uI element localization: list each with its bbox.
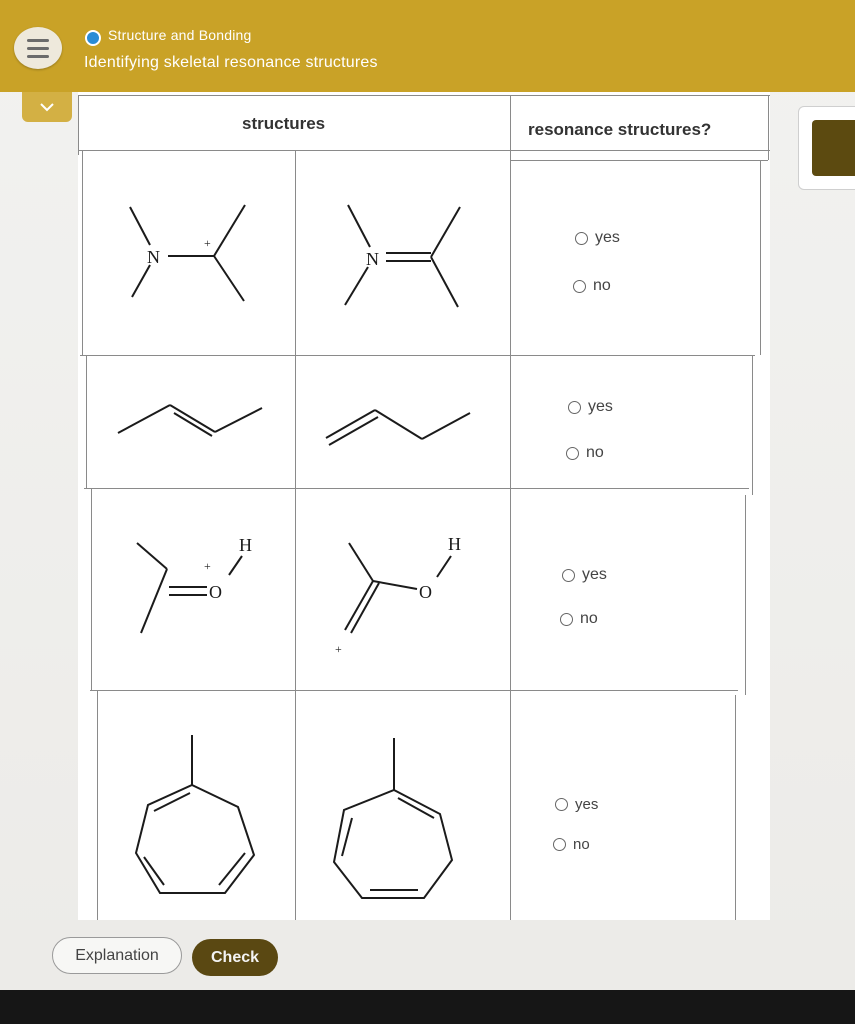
row-divider xyxy=(90,690,738,691)
option-label: no xyxy=(573,836,590,853)
radio-icon[interactable] xyxy=(560,612,573,626)
radio-icon[interactable] xyxy=(553,838,566,851)
radio-row2-yes[interactable]: yes xyxy=(568,398,613,416)
radio-row4-no[interactable]: no xyxy=(553,836,590,853)
radio-row2-no[interactable]: no xyxy=(566,444,604,462)
radio-row3-yes[interactable]: yes xyxy=(562,566,607,584)
molecule-row1-structure1: N + xyxy=(129,204,246,302)
radio-row3-no[interactable]: no xyxy=(560,610,598,628)
column-divider xyxy=(295,150,296,922)
menu-icon-bar xyxy=(27,46,49,50)
side-panel-button[interactable] xyxy=(812,120,855,176)
option-label: yes xyxy=(575,796,599,813)
option-label: no xyxy=(586,444,604,461)
radio-icon[interactable] xyxy=(562,568,575,582)
table-border-right xyxy=(745,495,746,695)
menu-button[interactable] xyxy=(14,27,62,69)
table-border-right xyxy=(768,95,769,160)
header-bottom-right xyxy=(510,160,768,161)
table-border-right xyxy=(752,355,753,495)
atom-label: N xyxy=(147,247,160,267)
molecule-row4-structure1 xyxy=(134,735,256,894)
molecule-row3-structure1: O + H xyxy=(136,535,252,634)
menu-icon-bar xyxy=(27,54,49,58)
chevron-down-icon xyxy=(40,103,54,112)
option-label: no xyxy=(593,277,611,294)
radio-icon[interactable] xyxy=(568,400,581,414)
atom-label: H xyxy=(448,534,461,554)
charge-label: + xyxy=(204,559,211,573)
radio-row1-yes[interactable]: yes xyxy=(575,229,620,247)
page-title: Identifying skeletal resonance structure… xyxy=(84,54,378,71)
column-divider xyxy=(510,95,511,922)
collapse-toggle[interactable] xyxy=(22,92,72,122)
screen-bezel xyxy=(0,990,855,1024)
radio-icon[interactable] xyxy=(573,279,586,293)
structures-column-header: structures xyxy=(242,114,326,133)
atom-label: O xyxy=(419,582,432,602)
table-border-left xyxy=(86,355,87,488)
option-label: yes xyxy=(582,566,607,583)
table-border-left xyxy=(97,690,98,922)
molecule-row3-structure2: O + H xyxy=(335,534,461,656)
option-label: yes xyxy=(588,398,613,415)
resonance-column-header: resonance structures? xyxy=(528,120,712,139)
radio-icon[interactable] xyxy=(555,798,568,811)
table-border-left xyxy=(82,150,83,355)
atom-label: O xyxy=(209,582,222,602)
row-divider xyxy=(80,355,755,356)
radio-row1-no[interactable]: no xyxy=(573,277,611,295)
atom-label: H xyxy=(239,535,252,555)
atom-label: N xyxy=(366,249,379,269)
table-header-divider xyxy=(78,150,770,151)
row-divider xyxy=(84,488,749,489)
table-border-right xyxy=(760,160,761,355)
molecule-row4-structure2 xyxy=(332,738,454,899)
molecule-row2-structure2 xyxy=(325,409,471,446)
radio-icon[interactable] xyxy=(575,231,588,245)
table-border-right xyxy=(735,695,736,922)
table-border-top xyxy=(78,95,770,96)
option-label: yes xyxy=(595,229,620,246)
charge-label: + xyxy=(335,642,342,656)
table-border-left xyxy=(78,95,79,155)
menu-icon xyxy=(27,38,49,42)
molecule-row2-structure1 xyxy=(117,404,263,437)
option-label: no xyxy=(580,610,598,627)
radio-row4-yes[interactable]: yes xyxy=(555,796,598,813)
table-border-left xyxy=(91,488,92,690)
explanation-button[interactable]: Explanation xyxy=(52,937,182,974)
radio-icon[interactable] xyxy=(566,446,579,460)
topic-status-icon xyxy=(85,30,101,46)
charge-label: + xyxy=(204,236,211,250)
molecule-row1-structure2: N xyxy=(344,204,461,308)
check-button[interactable]: Check xyxy=(192,939,278,976)
topic-label: Structure and Bonding xyxy=(108,27,252,43)
top-bar xyxy=(0,0,855,92)
